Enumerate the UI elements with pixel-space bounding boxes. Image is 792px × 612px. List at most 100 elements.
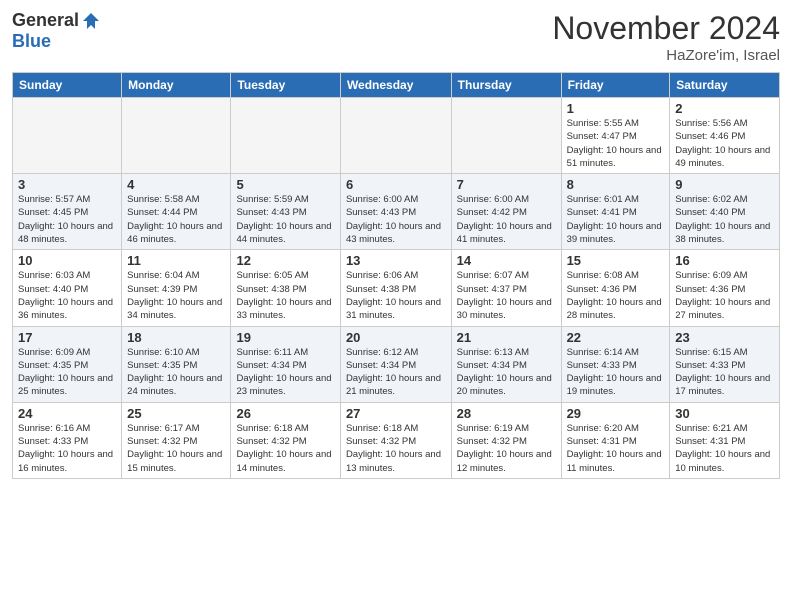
day-number: 30: [675, 406, 774, 421]
table-row: [231, 98, 340, 174]
day-number: 18: [127, 330, 225, 345]
table-row: 8Sunrise: 6:01 AMSunset: 4:41 PMDaylight…: [561, 174, 670, 250]
day-info: Sunrise: 6:15 AMSunset: 4:33 PMDaylight:…: [675, 346, 774, 399]
table-row: [122, 98, 231, 174]
calendar-week-row: 1Sunrise: 5:55 AMSunset: 4:47 PMDaylight…: [13, 98, 780, 174]
header-thursday: Thursday: [451, 73, 561, 98]
title-block: November 2024 HaZore'im, Israel: [552, 10, 780, 64]
day-info: Sunrise: 6:05 AMSunset: 4:38 PMDaylight:…: [236, 269, 334, 322]
table-row: 2Sunrise: 5:56 AMSunset: 4:46 PMDaylight…: [670, 98, 780, 174]
day-info: Sunrise: 6:13 AMSunset: 4:34 PMDaylight:…: [457, 346, 556, 399]
day-info: Sunrise: 5:59 AMSunset: 4:43 PMDaylight:…: [236, 193, 334, 246]
day-info: Sunrise: 6:08 AMSunset: 4:36 PMDaylight:…: [567, 269, 665, 322]
day-info: Sunrise: 6:14 AMSunset: 4:33 PMDaylight:…: [567, 346, 665, 399]
table-row: 20Sunrise: 6:12 AMSunset: 4:34 PMDayligh…: [340, 326, 451, 402]
day-info: Sunrise: 6:00 AMSunset: 4:42 PMDaylight:…: [457, 193, 556, 246]
day-number: 29: [567, 406, 665, 421]
table-row: 21Sunrise: 6:13 AMSunset: 4:34 PMDayligh…: [451, 326, 561, 402]
day-number: 8: [567, 177, 665, 192]
calendar-week-row: 17Sunrise: 6:09 AMSunset: 4:35 PMDayligh…: [13, 326, 780, 402]
table-row: 19Sunrise: 6:11 AMSunset: 4:34 PMDayligh…: [231, 326, 340, 402]
day-number: 11: [127, 253, 225, 268]
table-row: 9Sunrise: 6:02 AMSunset: 4:40 PMDaylight…: [670, 174, 780, 250]
table-row: [340, 98, 451, 174]
day-info: Sunrise: 6:18 AMSunset: 4:32 PMDaylight:…: [236, 422, 334, 475]
header-sunday: Sunday: [13, 73, 122, 98]
table-row: 23Sunrise: 6:15 AMSunset: 4:33 PMDayligh…: [670, 326, 780, 402]
table-row: [13, 98, 122, 174]
day-number: 19: [236, 330, 334, 345]
day-info: Sunrise: 6:11 AMSunset: 4:34 PMDaylight:…: [236, 346, 334, 399]
day-info: Sunrise: 6:10 AMSunset: 4:35 PMDaylight:…: [127, 346, 225, 399]
logo-blue-text: Blue: [12, 31, 51, 51]
table-row: 17Sunrise: 6:09 AMSunset: 4:35 PMDayligh…: [13, 326, 122, 402]
table-row: 30Sunrise: 6:21 AMSunset: 4:31 PMDayligh…: [670, 402, 780, 478]
table-row: 6Sunrise: 6:00 AMSunset: 4:43 PMDaylight…: [340, 174, 451, 250]
table-row: 27Sunrise: 6:18 AMSunset: 4:32 PMDayligh…: [340, 402, 451, 478]
day-number: 7: [457, 177, 556, 192]
day-info: Sunrise: 6:02 AMSunset: 4:40 PMDaylight:…: [675, 193, 774, 246]
header-wednesday: Wednesday: [340, 73, 451, 98]
table-row: 15Sunrise: 6:08 AMSunset: 4:36 PMDayligh…: [561, 250, 670, 326]
table-row: 11Sunrise: 6:04 AMSunset: 4:39 PMDayligh…: [122, 250, 231, 326]
table-row: 4Sunrise: 5:58 AMSunset: 4:44 PMDaylight…: [122, 174, 231, 250]
day-number: 17: [18, 330, 116, 345]
day-info: Sunrise: 6:07 AMSunset: 4:37 PMDaylight:…: [457, 269, 556, 322]
day-info: Sunrise: 5:55 AMSunset: 4:47 PMDaylight:…: [567, 117, 665, 170]
day-number: 9: [675, 177, 774, 192]
table-row: 10Sunrise: 6:03 AMSunset: 4:40 PMDayligh…: [13, 250, 122, 326]
day-number: 27: [346, 406, 446, 421]
day-number: 23: [675, 330, 774, 345]
day-number: 1: [567, 101, 665, 116]
day-info: Sunrise: 6:00 AMSunset: 4:43 PMDaylight:…: [346, 193, 446, 246]
day-number: 2: [675, 101, 774, 116]
day-number: 14: [457, 253, 556, 268]
day-number: 13: [346, 253, 446, 268]
day-info: Sunrise: 6:09 AMSunset: 4:35 PMDaylight:…: [18, 346, 116, 399]
day-number: 28: [457, 406, 556, 421]
day-info: Sunrise: 6:01 AMSunset: 4:41 PMDaylight:…: [567, 193, 665, 246]
day-info: Sunrise: 6:18 AMSunset: 4:32 PMDaylight:…: [346, 422, 446, 475]
logo: General Blue: [12, 10, 101, 52]
day-number: 25: [127, 406, 225, 421]
header-friday: Friday: [561, 73, 670, 98]
logo-icon: [81, 11, 101, 31]
day-number: 20: [346, 330, 446, 345]
table-row: 3Sunrise: 5:57 AMSunset: 4:45 PMDaylight…: [13, 174, 122, 250]
table-row: 24Sunrise: 6:16 AMSunset: 4:33 PMDayligh…: [13, 402, 122, 478]
day-info: Sunrise: 6:12 AMSunset: 4:34 PMDaylight:…: [346, 346, 446, 399]
table-row: 22Sunrise: 6:14 AMSunset: 4:33 PMDayligh…: [561, 326, 670, 402]
header-saturday: Saturday: [670, 73, 780, 98]
day-info: Sunrise: 5:56 AMSunset: 4:46 PMDaylight:…: [675, 117, 774, 170]
table-row: 1Sunrise: 5:55 AMSunset: 4:47 PMDaylight…: [561, 98, 670, 174]
header-tuesday: Tuesday: [231, 73, 340, 98]
weekday-header-row: Sunday Monday Tuesday Wednesday Thursday…: [13, 73, 780, 98]
table-row: 18Sunrise: 6:10 AMSunset: 4:35 PMDayligh…: [122, 326, 231, 402]
day-info: Sunrise: 6:04 AMSunset: 4:39 PMDaylight:…: [127, 269, 225, 322]
table-row: 28Sunrise: 6:19 AMSunset: 4:32 PMDayligh…: [451, 402, 561, 478]
table-row: 13Sunrise: 6:06 AMSunset: 4:38 PMDayligh…: [340, 250, 451, 326]
logo-general-text: General: [12, 10, 79, 31]
calendar-week-row: 3Sunrise: 5:57 AMSunset: 4:45 PMDaylight…: [13, 174, 780, 250]
table-row: 7Sunrise: 6:00 AMSunset: 4:42 PMDaylight…: [451, 174, 561, 250]
day-number: 24: [18, 406, 116, 421]
day-number: 22: [567, 330, 665, 345]
day-info: Sunrise: 6:06 AMSunset: 4:38 PMDaylight:…: [346, 269, 446, 322]
day-info: Sunrise: 6:03 AMSunset: 4:40 PMDaylight:…: [18, 269, 116, 322]
day-number: 10: [18, 253, 116, 268]
header: General Blue November 2024 HaZore'im, Is…: [12, 10, 780, 64]
day-number: 3: [18, 177, 116, 192]
table-row: 14Sunrise: 6:07 AMSunset: 4:37 PMDayligh…: [451, 250, 561, 326]
day-info: Sunrise: 6:21 AMSunset: 4:31 PMDaylight:…: [675, 422, 774, 475]
header-monday: Monday: [122, 73, 231, 98]
day-info: Sunrise: 5:58 AMSunset: 4:44 PMDaylight:…: [127, 193, 225, 246]
table-row: 16Sunrise: 6:09 AMSunset: 4:36 PMDayligh…: [670, 250, 780, 326]
table-row: 5Sunrise: 5:59 AMSunset: 4:43 PMDaylight…: [231, 174, 340, 250]
page-container: General Blue November 2024 HaZore'im, Is…: [0, 0, 792, 487]
table-row: [451, 98, 561, 174]
calendar-week-row: 10Sunrise: 6:03 AMSunset: 4:40 PMDayligh…: [13, 250, 780, 326]
day-number: 16: [675, 253, 774, 268]
day-info: Sunrise: 6:19 AMSunset: 4:32 PMDaylight:…: [457, 422, 556, 475]
day-number: 5: [236, 177, 334, 192]
table-row: 26Sunrise: 6:18 AMSunset: 4:32 PMDayligh…: [231, 402, 340, 478]
